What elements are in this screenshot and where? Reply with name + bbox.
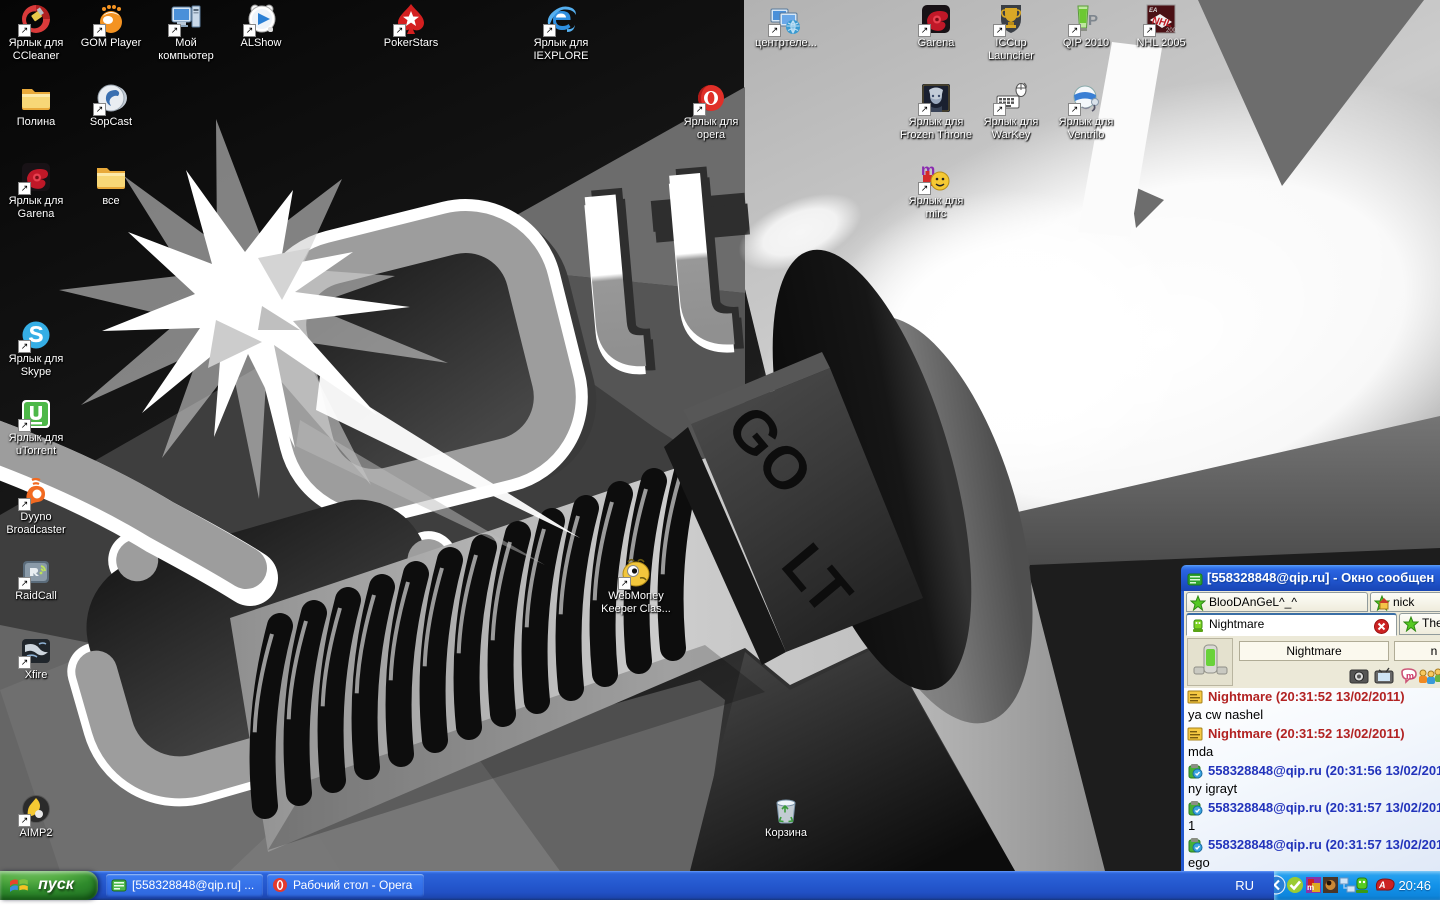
svg-text:A: A bbox=[1378, 880, 1386, 890]
svg-text:m: m bbox=[1307, 883, 1314, 892]
svg-text:P: P bbox=[1088, 12, 1098, 29]
svg-text:EA: EA bbox=[1149, 8, 1157, 14]
svg-text:2005: 2005 bbox=[1166, 28, 1177, 34]
svg-text:m: m bbox=[1406, 671, 1414, 681]
